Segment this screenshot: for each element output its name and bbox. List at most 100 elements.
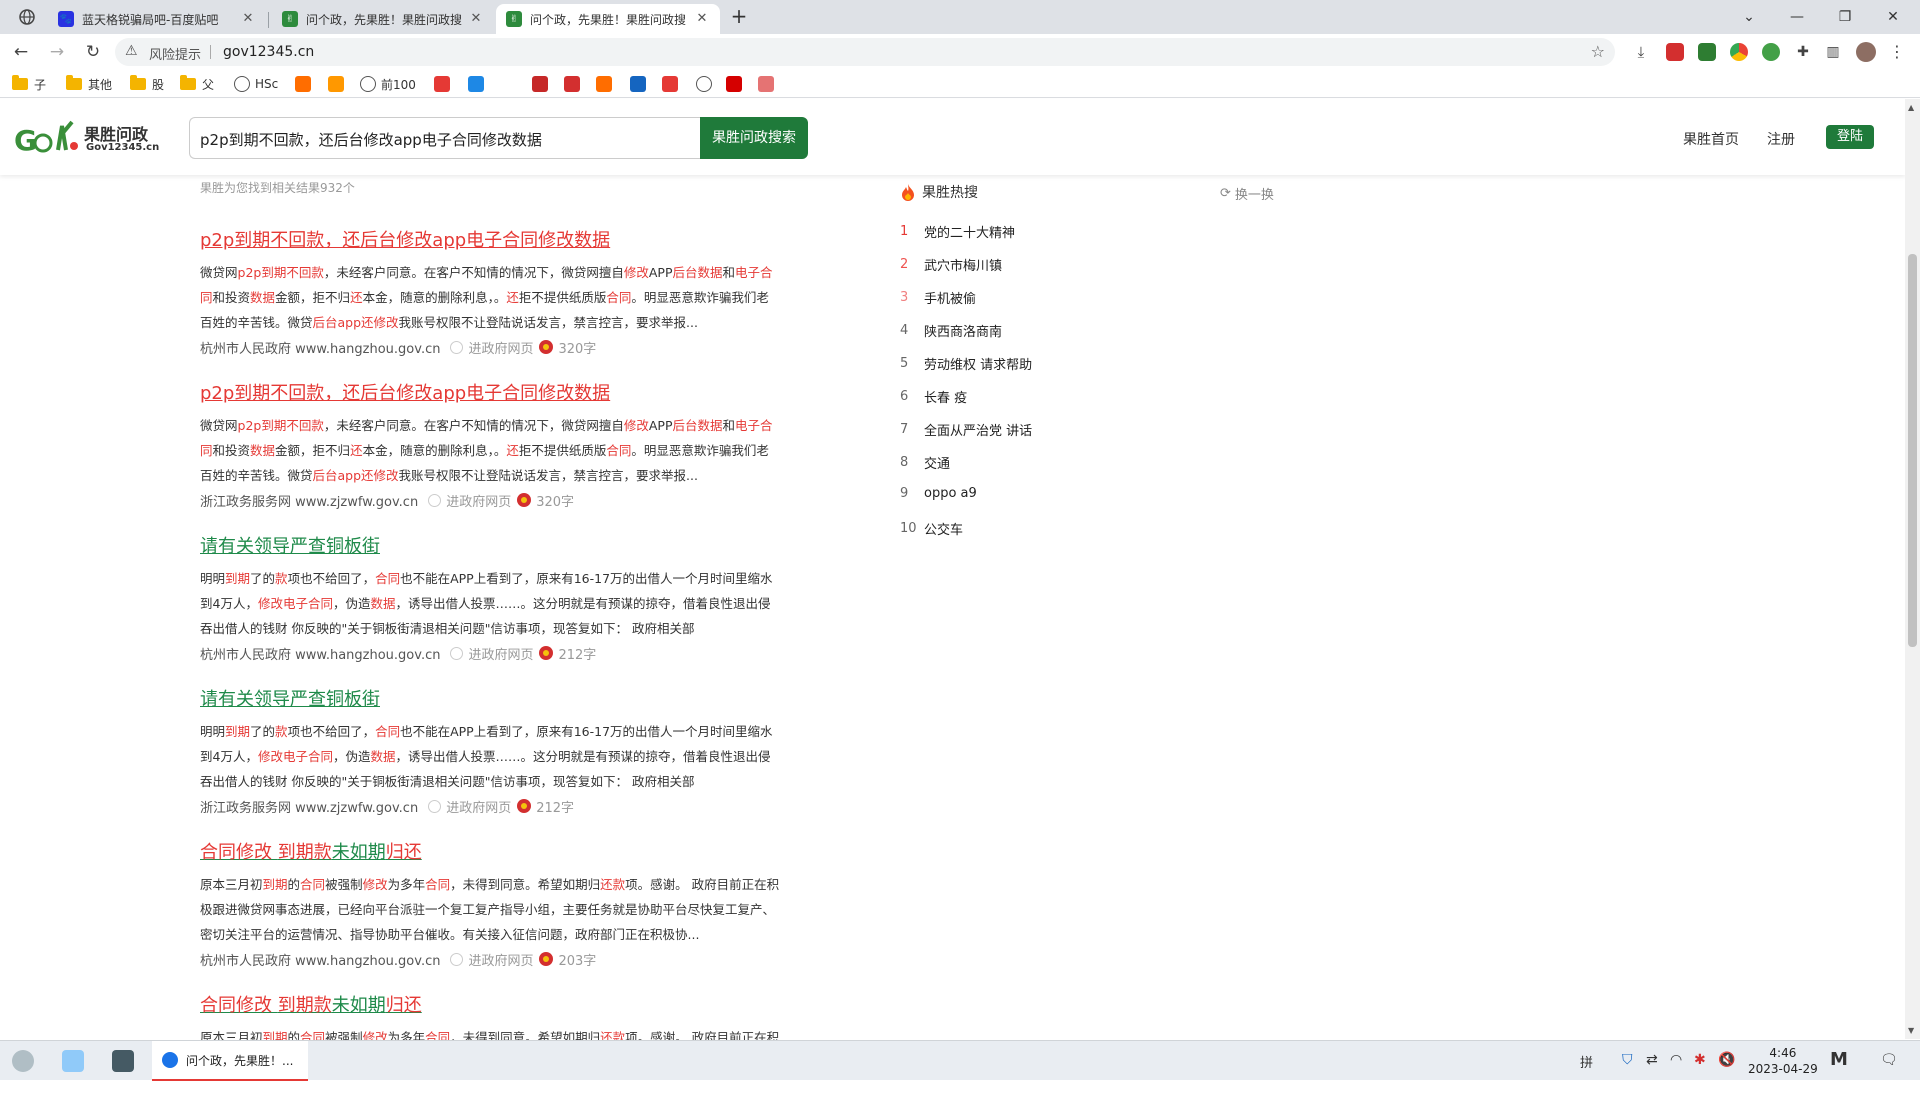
result-source[interactable]: 杭州市人民政府 www.hangzhou.gov.cn xyxy=(200,950,440,969)
nav-home-link[interactable]: 果胜首页 xyxy=(1683,129,1739,149)
result-type[interactable]: 进政府网页 xyxy=(468,644,533,663)
page-scrollbar[interactable]: ▲ ▼ xyxy=(1905,99,1920,1039)
hot-search-item[interactable]: 5 劳动维权 请求帮助 xyxy=(900,354,1032,373)
bookmark-item[interactable] xyxy=(468,75,489,93)
extensions-puzzle-icon[interactable]: ✚ xyxy=(1792,41,1814,63)
nav-register-link[interactable]: 注册 xyxy=(1767,129,1795,149)
result-type[interactable]: 进政府网页 xyxy=(446,491,511,510)
hot-search-text[interactable]: 陕西商洛商南 xyxy=(924,321,1002,340)
bookmark-item[interactable] xyxy=(758,75,779,93)
tab-close-icon[interactable]: ✕ xyxy=(694,11,710,27)
extension-red-icon[interactable] xyxy=(1666,43,1684,61)
scroll-down-arrow-icon[interactable]: ▼ xyxy=(1908,1026,1914,1035)
address-bar[interactable]: ⚠ 风险提示 gov12345.cn ☆ xyxy=(115,38,1615,66)
result-source[interactable]: 杭州市人民政府 www.hangzhou.gov.cn xyxy=(200,338,440,357)
taskbar-browser-app[interactable]: 问个政，先果胜！... xyxy=(152,1041,308,1081)
bookmark-item[interactable] xyxy=(630,75,651,93)
login-button[interactable]: 登陆 xyxy=(1826,125,1874,149)
bookmark-item[interactable] xyxy=(564,75,585,93)
close-window-button[interactable]: ✕ xyxy=(1878,7,1908,27)
guosheng-logo-icon[interactable]: G xyxy=(14,120,78,156)
bookmark-item[interactable] xyxy=(662,75,683,93)
hot-search-item[interactable]: 6 长春 疫 xyxy=(900,387,967,406)
hot-search-text[interactable]: 交通 xyxy=(924,453,950,472)
result-title-link[interactable]: p2p到期不回款，还后台修改app电子合同修改数据 xyxy=(200,381,780,407)
side-panel-icon[interactable]: ▥ xyxy=(1822,41,1844,63)
extension-green-icon[interactable] xyxy=(1698,43,1716,61)
browser-tab-1[interactable]: 🐾 蓝天格锐骗局吧-百度贴吧 ✕ xyxy=(48,4,266,34)
hot-search-text[interactable]: 武穴市梅川镇 xyxy=(924,255,1002,274)
security-shield-icon[interactable]: ⛉ xyxy=(1622,1052,1633,1068)
extension-shield-icon[interactable] xyxy=(1762,43,1780,61)
hot-search-item[interactable]: 9 oppo a9 xyxy=(900,486,977,501)
bookmark-item[interactable]: 父 xyxy=(180,75,214,93)
hot-search-text[interactable]: 全面从严治党 讲话 xyxy=(924,420,1032,439)
volume-muted-icon[interactable]: 🔇 xyxy=(1718,1052,1735,1068)
forward-button[interactable]: → xyxy=(46,41,68,63)
hot-search-item[interactable]: 4 陕西商洛商南 xyxy=(900,321,1002,340)
result-type[interactable]: 进政府网页 xyxy=(468,338,533,357)
hot-search-text[interactable]: 党的二十大精神 xyxy=(924,222,1015,241)
tab-search-dropdown-icon[interactable]: ⌄ xyxy=(1734,7,1764,27)
result-source[interactable]: 浙江政务服务网 www.zjzwfw.gov.cn xyxy=(200,491,418,510)
tray-app-icon[interactable]: ✱ xyxy=(1694,1052,1706,1068)
refresh-button[interactable]: ⟳ 换一换 xyxy=(1220,184,1274,203)
bookmark-item[interactable] xyxy=(434,75,455,93)
bookmark-item[interactable] xyxy=(696,75,717,93)
result-type[interactable]: 进政府网页 xyxy=(468,950,533,969)
bookmark-item[interactable]: 子 xyxy=(12,75,46,93)
reload-button[interactable]: ↻ xyxy=(82,41,104,63)
search-input[interactable]: p2p到期不回款，还后台修改app电子合同修改数据 xyxy=(189,117,700,159)
result-title-link[interactable]: 合同修改 到期款未如期归还 xyxy=(200,840,780,866)
minimize-button[interactable]: — xyxy=(1782,7,1812,27)
scrollbar-thumb[interactable] xyxy=(1908,254,1917,647)
url-text[interactable]: gov12345.cn xyxy=(223,44,314,60)
profile-avatar[interactable] xyxy=(1856,42,1876,62)
wifi-icon[interactable]: ◠ xyxy=(1670,1052,1682,1068)
hot-search-item[interactable]: 2 武穴市梅川镇 xyxy=(900,255,1002,274)
scroll-up-arrow-icon[interactable]: ▲ xyxy=(1908,103,1914,112)
hot-search-item[interactable]: 7 全面从严治党 讲话 xyxy=(900,420,1032,439)
browser-tab-2[interactable]: ✌ 问个政，先果胜！果胜问政搜 ✕ xyxy=(272,4,494,34)
tab-close-icon[interactable]: ✕ xyxy=(240,11,256,27)
browser-tab-3-active[interactable]: ✌ 问个政，先果胜！果胜问政搜 ✕ xyxy=(496,4,720,34)
hot-search-text[interactable]: 公交车 xyxy=(924,519,963,538)
bookmark-item[interactable] xyxy=(596,75,617,93)
hot-search-text[interactable]: 长春 疫 xyxy=(924,387,967,406)
notifications-icon[interactable]: 🗨 xyxy=(1880,1052,1898,1068)
hot-search-item[interactable]: 10 公交车 xyxy=(900,519,963,538)
risk-label[interactable]: 风险提示 xyxy=(149,44,201,63)
menu-kebab-icon[interactable]: ⋮ xyxy=(1886,41,1908,63)
bookmark-item[interactable] xyxy=(726,75,747,93)
restore-button[interactable]: ❐ xyxy=(1830,7,1860,27)
bookmark-item[interactable] xyxy=(295,75,316,93)
bookmark-item[interactable]: HSc xyxy=(234,75,278,93)
download-icon[interactable]: ⤓ xyxy=(1630,41,1652,63)
result-title-link[interactable]: 请有关领导严查铜板街 xyxy=(200,687,780,713)
system-clock[interactable]: 4:46 2023-04-29 xyxy=(1748,1045,1818,1077)
hot-search-text[interactable]: 手机被偷 xyxy=(924,288,976,307)
hot-search-text[interactable]: oppo a9 xyxy=(924,486,977,501)
input-method-indicator[interactable]: 拼 xyxy=(1580,1052,1593,1071)
result-source[interactable]: 杭州市人民政府 www.hangzhou.gov.cn xyxy=(200,644,440,663)
hot-search-text[interactable]: 劳动维权 请求帮助 xyxy=(924,354,1032,373)
bookmark-item[interactable]: 其他 xyxy=(66,75,112,93)
network-switch-icon[interactable]: ⇄ xyxy=(1646,1052,1658,1068)
feather-app-icon[interactable] xyxy=(12,1050,34,1072)
result-title-link[interactable]: p2p到期不回款，还后台修改app电子合同修改数据 xyxy=(200,228,780,254)
result-title-link[interactable]: 请有关领导严查铜板街 xyxy=(200,534,780,560)
hot-search-item[interactable]: 3 手机被偷 xyxy=(900,288,976,307)
paint-app-icon[interactable] xyxy=(62,1050,84,1072)
search-button[interactable]: 果胜问政搜索 xyxy=(700,117,808,159)
tab-search-icon[interactable] xyxy=(18,8,36,26)
warning-icon[interactable]: ⚠ xyxy=(125,43,138,59)
bookmark-item[interactable]: 股 xyxy=(130,75,164,93)
extension-chrome-icon[interactable] xyxy=(1730,43,1748,61)
calculator-app-icon[interactable] xyxy=(112,1050,134,1072)
new-tab-button[interactable]: + xyxy=(728,6,750,28)
bookmark-item[interactable]: 前100 xyxy=(360,75,416,93)
bookmark-star-icon[interactable]: ☆ xyxy=(1591,42,1605,61)
result-type[interactable]: 进政府网页 xyxy=(446,797,511,816)
back-button[interactable]: ← xyxy=(10,41,32,63)
bookmark-item[interactable] xyxy=(328,75,349,93)
